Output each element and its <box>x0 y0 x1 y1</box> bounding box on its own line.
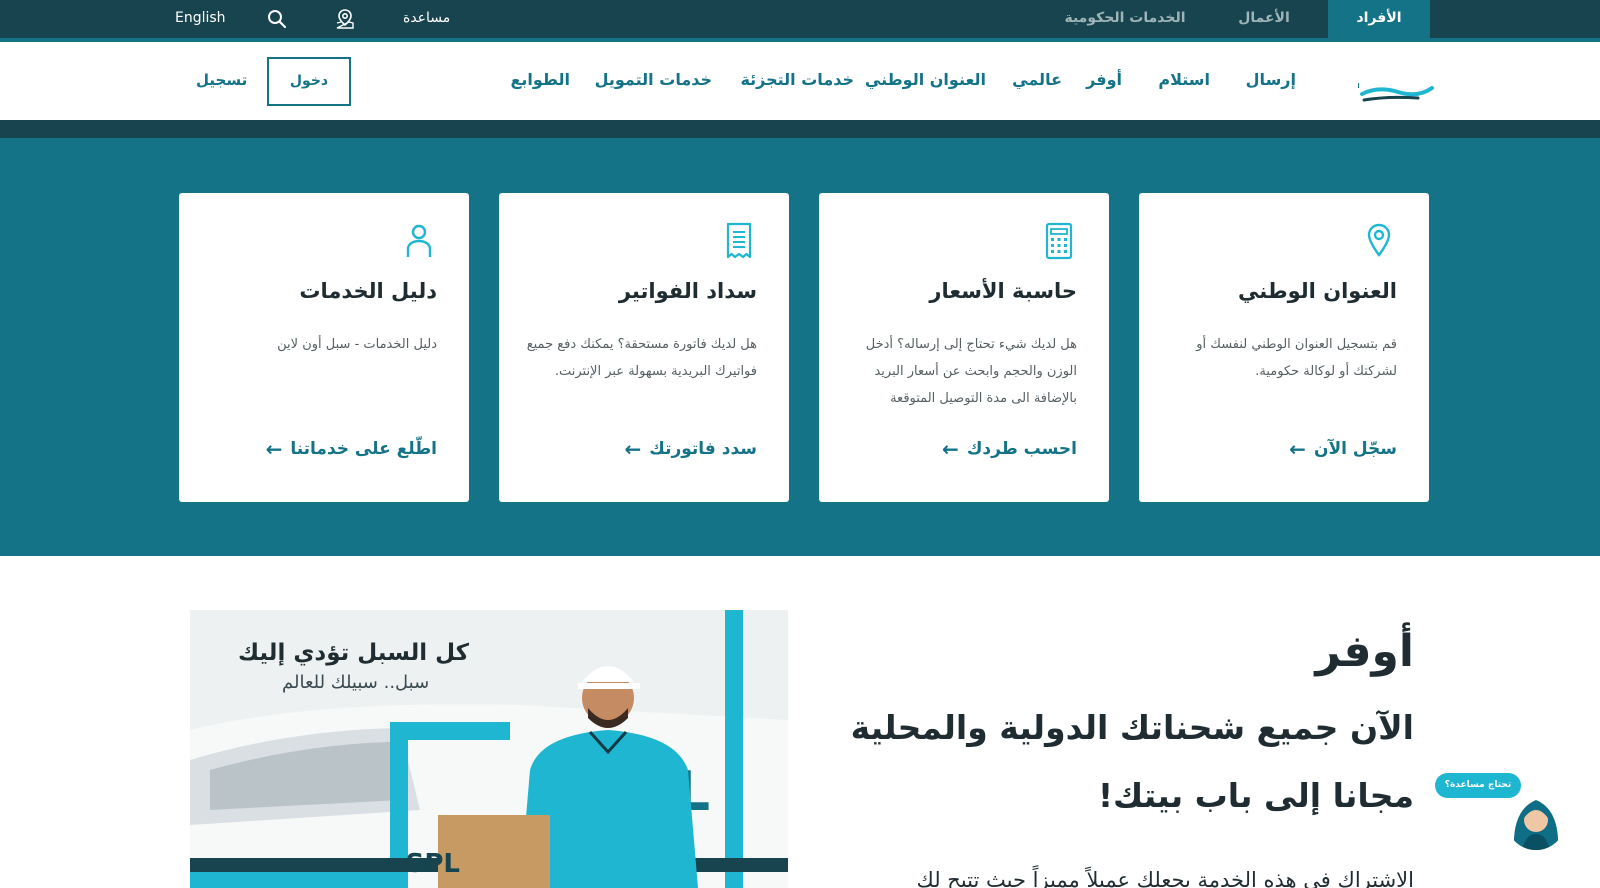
person-icon <box>406 224 432 257</box>
nav-send[interactable]: إرسال <box>1246 70 1296 89</box>
register-link[interactable]: تسجيل <box>196 71 247 89</box>
receipt-icon <box>726 222 752 259</box>
svg-text:SPL: SPL <box>406 849 460 879</box>
card-description: هل لديك فاتورة مستحقة؟ يمكنك دفع جميع فو… <box>526 337 757 379</box>
card-title: سداد الفواتير <box>618 279 757 303</box>
card-description: هل لديك شيء تحتاج إلى إرساله؟ أدخل الوزن… <box>865 337 1077 406</box>
nav-retail-services[interactable]: خدمات التجزئة <box>740 70 854 89</box>
card-title: العنوان الوطني <box>1238 279 1397 303</box>
nav-receive[interactable]: استلام <box>1158 70 1210 89</box>
promo-image-headline: كل السبل تؤدي إليك <box>238 640 470 666</box>
card-services-guide[interactable]: دليل الخدمات دليل الخدمات - سبل أون لاين… <box>179 193 469 502</box>
nav-awfar[interactable]: أوفر <box>1086 70 1122 89</box>
main-nav: SPL إرسال استلام أوفر عالمي العنوان الوط… <box>0 42 1600 120</box>
segment-business[interactable]: الأعمال <box>1224 0 1304 38</box>
card-link-label: اطّلع على خدماتنا <box>290 439 437 459</box>
card-cta-register[interactable]: سجّل الآن ← <box>1289 437 1397 461</box>
card-price-calculator[interactable]: حاسبة الأسعار هل لديك شيء تحتاج إلى إرسا… <box>819 193 1109 502</box>
map-location-icon[interactable] <box>334 8 356 30</box>
promo-title: أوفر <box>1315 626 1414 677</box>
top-bar: الأفراد الأعمال الخدمات الحكومية مساعدة … <box>0 0 1600 38</box>
help-link[interactable]: مساعدة <box>403 0 450 38</box>
promo-subtitle-line1: الآن جميع شحناتك الدولية والمحلية <box>850 708 1414 747</box>
language-switch[interactable]: English <box>175 0 226 38</box>
card-cta-services[interactable]: اطّلع على خدماتنا ← <box>266 437 437 461</box>
search-icon[interactable] <box>266 8 288 30</box>
arrow-left-icon: ← <box>265 437 283 461</box>
promo-subtitle-line2: مجانا إلى باب بيتك! <box>1098 776 1414 815</box>
card-national-address[interactable]: العنوان الوطني قم بتسجيل العنوان الوطني … <box>1139 193 1429 502</box>
quick-services-section: العنوان الوطني قم بتسجيل العنوان الوطني … <box>0 138 1600 556</box>
promo-body-text: الاشتراك في هذه الخدمة يجعلك عميلاً مميز… <box>916 868 1415 888</box>
nav-stamps[interactable]: الطوابع <box>510 70 570 89</box>
nav-global[interactable]: عالمي <box>1012 70 1062 89</box>
card-title: دليل الخدمات <box>299 279 437 303</box>
card-title: حاسبة الأسعار <box>929 279 1077 303</box>
hero-bottom-strip <box>0 120 1600 138</box>
arrow-left-icon: ← <box>1289 437 1306 461</box>
card-description: قم بتسجيل العنوان الوطني لنفسك أو لشركتك… <box>1196 337 1397 379</box>
card-description: دليل الخدمات - سبل أون لاين <box>277 337 437 352</box>
promo-image-tagline: سبل.. سبيلك للعالم <box>282 672 430 693</box>
nav-national-address[interactable]: العنوان الوطني <box>865 70 986 89</box>
arrow-left-icon: ← <box>624 437 642 461</box>
card-link-label: سجّل الآن <box>1313 439 1397 459</box>
segment-individuals[interactable]: الأفراد <box>1328 0 1430 38</box>
card-cta-pay[interactable]: سدد فاتورتك ← <box>624 437 757 461</box>
card-link-label: سدد فاتورتك <box>649 439 757 459</box>
calculator-icon <box>1045 222 1073 260</box>
card-bill-payment[interactable]: سداد الفواتير هل لديك فاتورة مستحقة؟ يمك… <box>499 193 789 502</box>
spl-logo[interactable]: SPL <box>1358 56 1434 104</box>
segment-government[interactable]: الخدمات الحكومية <box>1050 0 1200 38</box>
chat-assistant-avatar[interactable] <box>1506 790 1566 850</box>
svg-text:SPL: SPL <box>1358 57 1360 97</box>
location-pin-icon <box>1367 223 1391 257</box>
login-button[interactable]: دخول <box>267 57 351 106</box>
promo-banner-image: SPL SPL كل السبل تؤدي إليك سبل.. سبيلك ل… <box>190 610 788 888</box>
card-link-label: احسب طردك <box>966 439 1077 459</box>
arrow-left-icon: ← <box>942 437 959 461</box>
card-cta-calculate[interactable]: احسب طردك ← <box>942 437 1077 461</box>
nav-financing-services[interactable]: خدمات التمويل <box>595 70 712 89</box>
chat-help-bubble[interactable]: تحتاج مساعدة؟ <box>1435 773 1521 798</box>
